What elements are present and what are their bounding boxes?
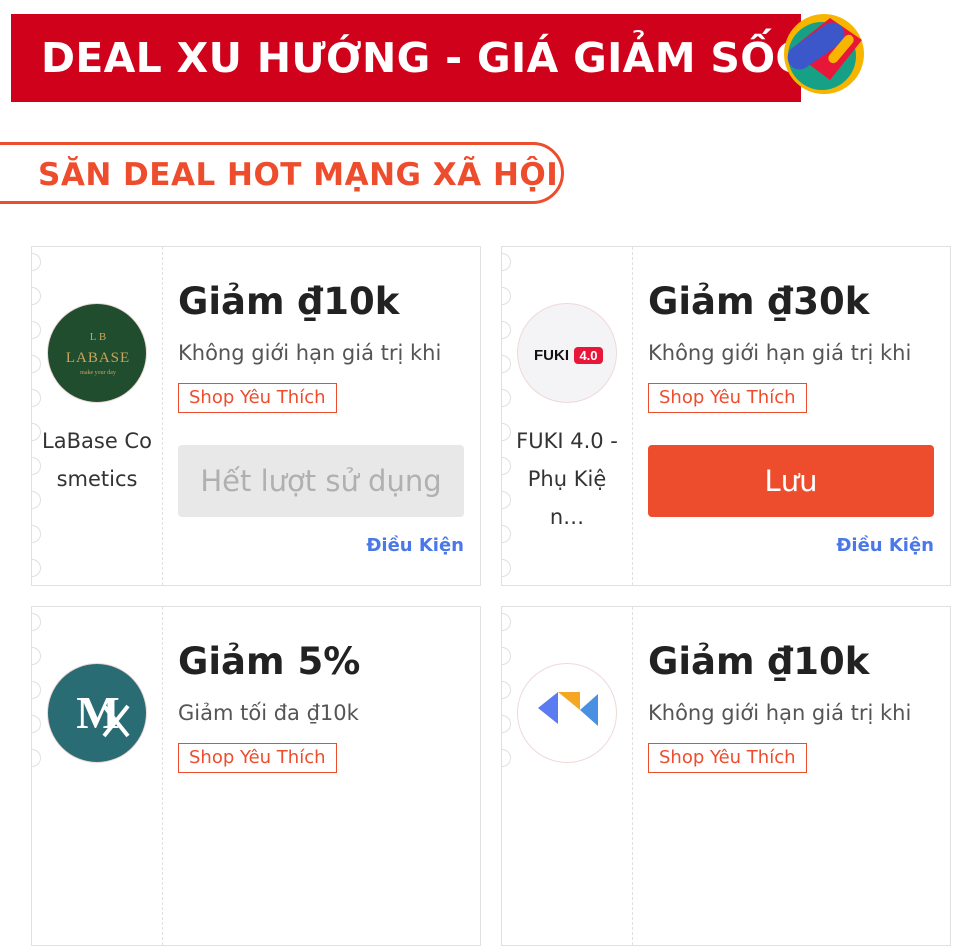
- labase-logo-icon: L B LABASE make your day: [66, 331, 130, 376]
- voucher-description: Giảm tối đa ₫10k: [178, 701, 359, 725]
- voucher-card: M Giảm 5% Giảm tối đa ₫10k Shop Yêu Thíc…: [31, 606, 481, 946]
- card-divider: [162, 247, 163, 585]
- promo-banner: DEAL XU HƯỚNG - GIÁ GIẢM SỐC: [11, 14, 801, 102]
- discount-amount: Giảm ₫10k: [178, 280, 400, 323]
- shop-logo[interactable]: M: [47, 663, 147, 763]
- svg-text:FUKI: FUKI: [534, 347, 569, 364]
- voucher-description: Không giới hạn giá trị khi: [178, 341, 442, 365]
- fuki-logo-icon: FUKI 4.0: [534, 347, 603, 364]
- voucher-card: L B LABASE make your day LaBase Cosmetic…: [31, 246, 481, 586]
- shop-logo[interactable]: [517, 663, 617, 763]
- voucher-description: Không giới hạn giá trị khi: [648, 341, 912, 365]
- discount-amount: Giảm ₫30k: [648, 280, 870, 323]
- m-logo-icon: M: [76, 687, 130, 738]
- save-voucher-button[interactable]: Lưu: [648, 445, 934, 517]
- terms-link[interactable]: Điều Kiện: [366, 535, 464, 556]
- svg-text:LABASE: LABASE: [66, 350, 130, 366]
- discount-amount: Giảm ₫10k: [648, 640, 870, 683]
- shop-tag: Shop Yêu Thích: [178, 743, 337, 773]
- card-divider: [162, 607, 163, 945]
- voucher-description: Không giới hạn giá trị khi: [648, 701, 912, 725]
- shop-logo[interactable]: FUKI 4.0: [517, 303, 617, 403]
- banner-decoration-icon: [784, 14, 864, 94]
- card-divider: [632, 607, 633, 945]
- svg-text:L B: L B: [90, 331, 106, 343]
- shop-logo[interactable]: L B LABASE make your day: [47, 303, 147, 403]
- voucher-card: FUKI 4.0 FUKI 4.0 - Phụ Kiện… Giảm ₫30k …: [501, 246, 951, 586]
- section-title: SĂN DEAL HOT MẠNG XÃ HỘI: [38, 157, 559, 193]
- card-divider: [632, 247, 633, 585]
- used-up-button: Hết lượt sử dụng: [178, 445, 464, 517]
- shop-tag: Shop Yêu Thích: [648, 743, 807, 773]
- banner-title: DEAL XU HƯỚNG - GIÁ GIẢM SỐC: [41, 34, 801, 82]
- shop-tag: Shop Yêu Thích: [178, 383, 337, 413]
- discount-amount: Giảm 5%: [178, 640, 361, 683]
- svg-text:M: M: [76, 687, 119, 738]
- svg-text:make your day: make your day: [80, 370, 116, 376]
- shop-name[interactable]: FUKI 4.0 - Phụ Kiện…: [512, 422, 622, 536]
- shop-tag: Shop Yêu Thích: [648, 383, 807, 413]
- terms-link[interactable]: Điều Kiện: [836, 535, 934, 556]
- svg-text:4.0: 4.0: [579, 348, 597, 363]
- n-logo-icon: [538, 692, 598, 726]
- voucher-card: Giảm ₫10k Không giới hạn giá trị khi Sho…: [501, 606, 951, 946]
- shop-name[interactable]: LaBase Cosmetics: [42, 422, 152, 498]
